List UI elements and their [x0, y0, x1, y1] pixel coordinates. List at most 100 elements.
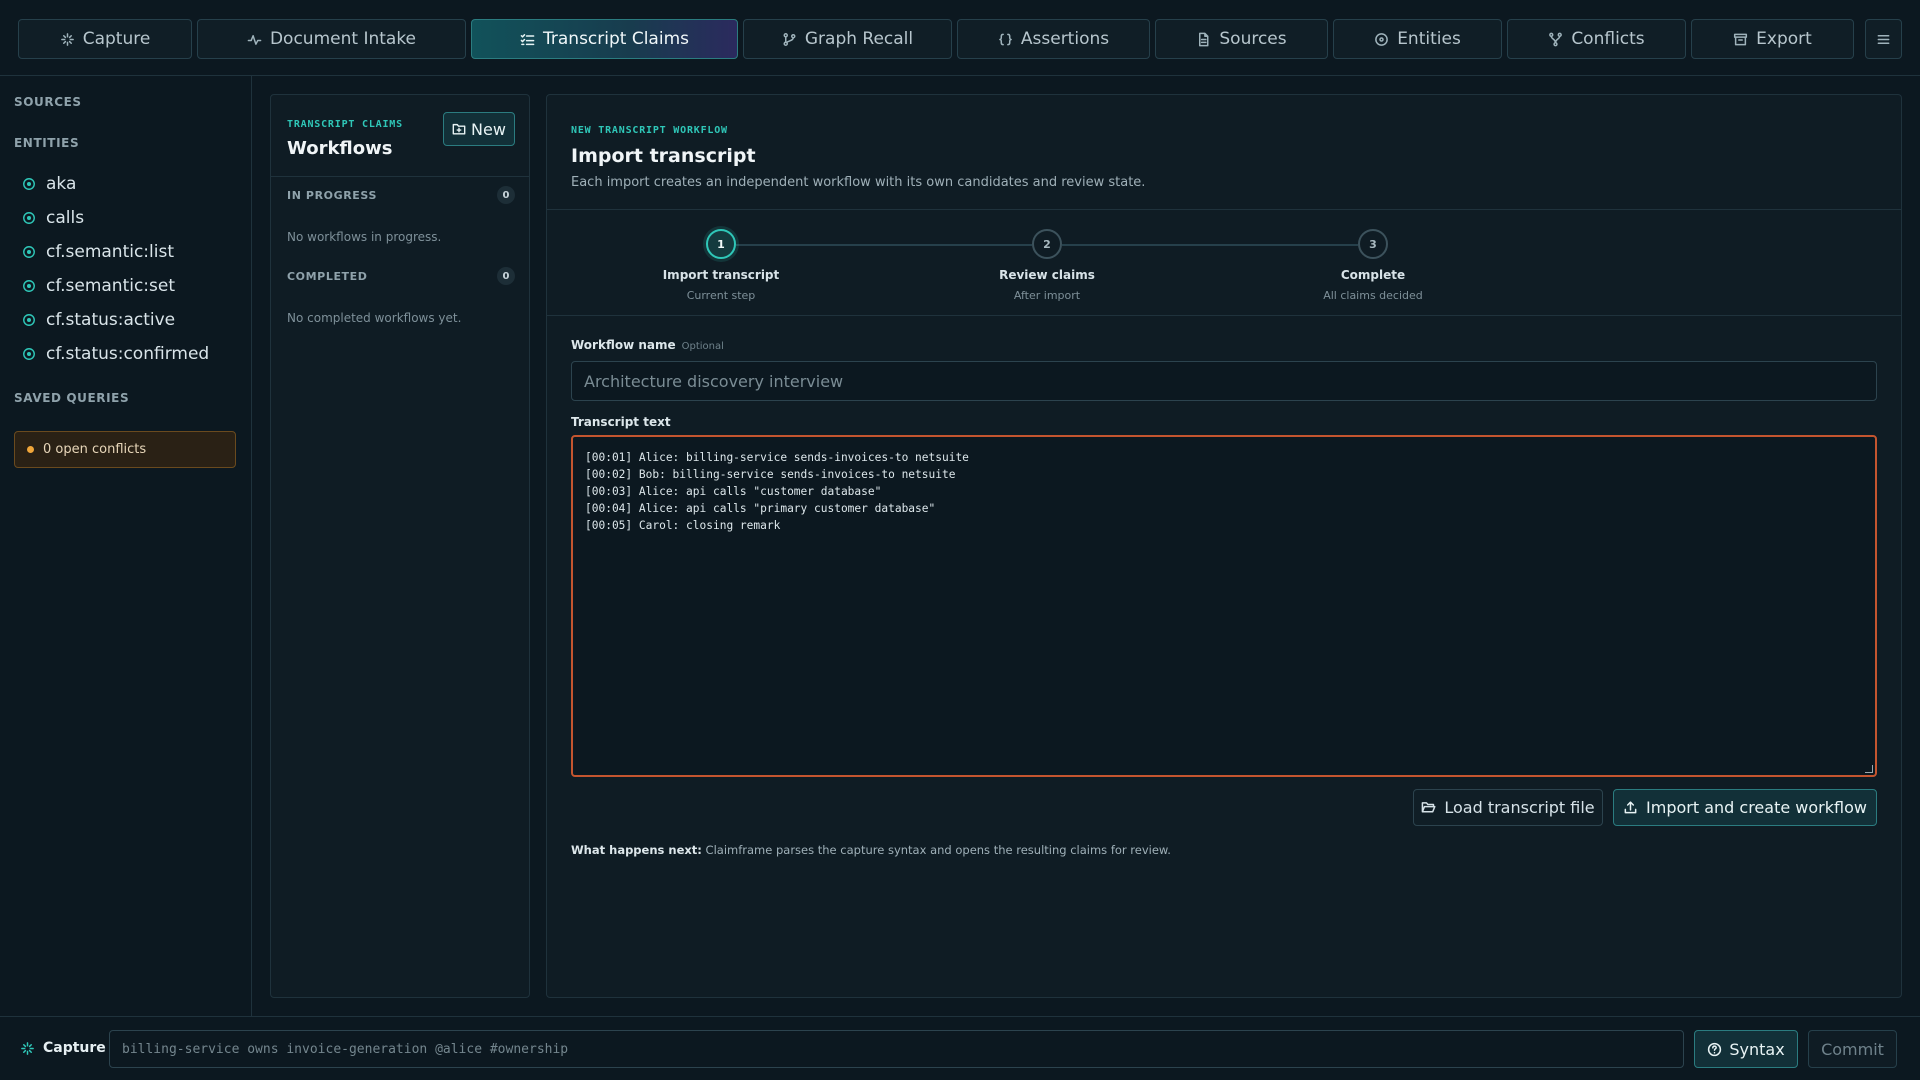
folder-open-icon [1422, 802, 1436, 813]
git-branch-icon [783, 32, 796, 46]
new-workflow-button[interactable]: New [443, 112, 515, 146]
tab-label: Graph Recall [804, 29, 914, 49]
tab-label: Conflicts [1571, 29, 1645, 49]
in-progress-empty: No workflows in progress. [287, 230, 442, 244]
capture-bar: Capture Syntax Commit [0, 1016, 1920, 1080]
commit-button[interactable]: Commit [1808, 1030, 1897, 1068]
step-title: Import transcript [662, 268, 780, 282]
tab-conflicts[interactable]: Conflicts [1507, 19, 1686, 59]
step-number: 1 [706, 229, 736, 259]
open-conflicts-label: 0 open conflicts [43, 442, 147, 457]
saved-queries-heading: SAVED QUERIES [14, 391, 130, 405]
in-progress-section: IN PROGRESS 0 [287, 186, 515, 204]
tab-document-intake[interactable]: Document Intake [197, 19, 466, 59]
step-complete: 3 Complete All claims decided [1293, 229, 1453, 302]
target-icon [23, 280, 35, 292]
hamburger-icon [1877, 34, 1890, 44]
optional-hint: Optional [681, 341, 724, 352]
workflows-panel: TRANSCRIPT CLAIMS Workflows New IN PROGR… [270, 94, 530, 998]
workflow-name-input[interactable] [571, 361, 1877, 401]
new-workflow-label: New [471, 119, 506, 139]
import-create-workflow-label: Import and create workflow [1646, 798, 1867, 817]
syntax-button[interactable]: Syntax [1694, 1030, 1798, 1068]
workflows-title: Workflows [287, 138, 393, 159]
transcript-line: [00:04] Alice: api calls "primary custom… [585, 502, 936, 515]
file-icon [1199, 32, 1209, 46]
sidebar-item-entity[interactable]: cf.status:confirmed [22, 337, 209, 371]
entity-label: cf.status:confirmed [46, 344, 210, 364]
step-number: 2 [1032, 229, 1062, 259]
transcript-line: [00:05] Carol: closing remark [585, 519, 781, 532]
target-icon [1375, 32, 1389, 46]
tab-sources[interactable]: Sources [1155, 19, 1328, 59]
in-progress-label: IN PROGRESS [287, 188, 377, 202]
sidebar-item-entity[interactable]: aka [22, 167, 209, 201]
list-check-icon [520, 33, 535, 45]
help-circle-icon [1708, 1042, 1722, 1056]
step-review: 2 Review claims After import [967, 229, 1127, 302]
page-title: Import transcript [571, 145, 756, 167]
tab-label: Document Intake [269, 29, 417, 49]
step-number: 3 [1358, 229, 1388, 259]
workflow-name-label: Workflow name Optional [571, 338, 724, 352]
sidebar-item-entity[interactable]: cf.status:active [22, 303, 209, 337]
step-subtitle: Current step [686, 289, 756, 302]
capture-label: Capture [20, 1040, 106, 1056]
target-icon [23, 246, 35, 258]
sparkle-icon [60, 32, 74, 46]
import-transcript-panel: NEW TRANSCRIPT WORKFLOW Import transcrip… [546, 94, 1902, 998]
git-fork-icon [1549, 32, 1563, 46]
tab-label: Assertions [1020, 29, 1110, 49]
tab-entities[interactable]: Entities [1333, 19, 1502, 59]
step-subtitle: After import [1013, 289, 1081, 302]
sources-heading: SOURCES [14, 95, 82, 109]
sidebar-item-entity[interactable]: calls [22, 201, 209, 235]
workflows-header: TRANSCRIPT CLAIMS Workflows New [271, 95, 529, 177]
syntax-label: Syntax [1729, 1039, 1785, 1059]
open-conflicts-badge[interactable]: 0 open conflicts [14, 431, 236, 468]
tab-label: Capture [82, 29, 151, 49]
braces-icon [999, 33, 1012, 45]
entity-label: cf.semantic:set [46, 276, 176, 296]
transcript-line: [00:03] Alice: api calls "customer datab… [585, 485, 882, 498]
transcript-line: [00:02] Bob: billing-service sends-invoi… [585, 468, 956, 481]
transcript-line: [00:01] Alice: billing-service sends-inv… [585, 451, 969, 464]
transcript-text-label: Transcript text [571, 415, 671, 429]
transcript-textarea[interactable]: [00:01] Alice: billing-service sends-inv… [571, 435, 1877, 777]
menu-button[interactable] [1865, 19, 1902, 59]
entity-list: aka calls cf.semantic:list cf.semantic:s… [22, 167, 209, 371]
entity-label: cf.status:active [46, 310, 176, 330]
target-icon [23, 178, 35, 190]
panel-eyebrow: NEW TRANSCRIPT WORKFLOW [571, 125, 728, 136]
next-steps-note: What happens next: Claimframe parses the… [571, 843, 1171, 857]
folder-plus-icon [452, 123, 466, 135]
tab-label: Sources [1219, 29, 1287, 49]
warning-dot-icon [27, 446, 34, 453]
capture-label-text: Capture [43, 1040, 106, 1056]
load-transcript-label: Load transcript file [1444, 798, 1595, 817]
tab-transcript-claims[interactable]: Transcript Claims [471, 19, 738, 59]
target-icon [23, 212, 35, 224]
target-icon [23, 348, 35, 360]
sidebar-item-entity[interactable]: cf.semantic:list [22, 235, 209, 269]
top-nav: Capture Document Intake Transcript Claim… [0, 0, 1920, 76]
capture-input[interactable] [109, 1030, 1684, 1068]
load-transcript-button[interactable]: Load transcript file [1413, 789, 1603, 826]
in-progress-count: 0 [497, 186, 515, 204]
step-import: 1 Import transcript Current step [641, 229, 801, 302]
tab-assertions[interactable]: Assertions [957, 19, 1150, 59]
next-steps-text: Claimframe parses the capture syntax and… [705, 843, 1171, 857]
tab-label: Transcript Claims [543, 29, 689, 49]
tab-export[interactable]: Export [1691, 19, 1854, 59]
next-steps-heading: What happens next: [571, 843, 702, 857]
tab-capture[interactable]: Capture [18, 19, 192, 59]
entity-label: calls [46, 208, 85, 228]
import-create-workflow-button[interactable]: Import and create workflow [1613, 789, 1877, 826]
activity-icon [247, 34, 262, 45]
resize-handle[interactable] [1865, 765, 1873, 773]
completed-label: COMPLETED [287, 269, 368, 283]
tab-graph-recall[interactable]: Graph Recall [743, 19, 952, 59]
completed-section: COMPLETED 0 [287, 267, 515, 285]
sidebar-item-entity[interactable]: cf.semantic:set [22, 269, 209, 303]
completed-empty: No completed workflows yet. [287, 311, 462, 325]
